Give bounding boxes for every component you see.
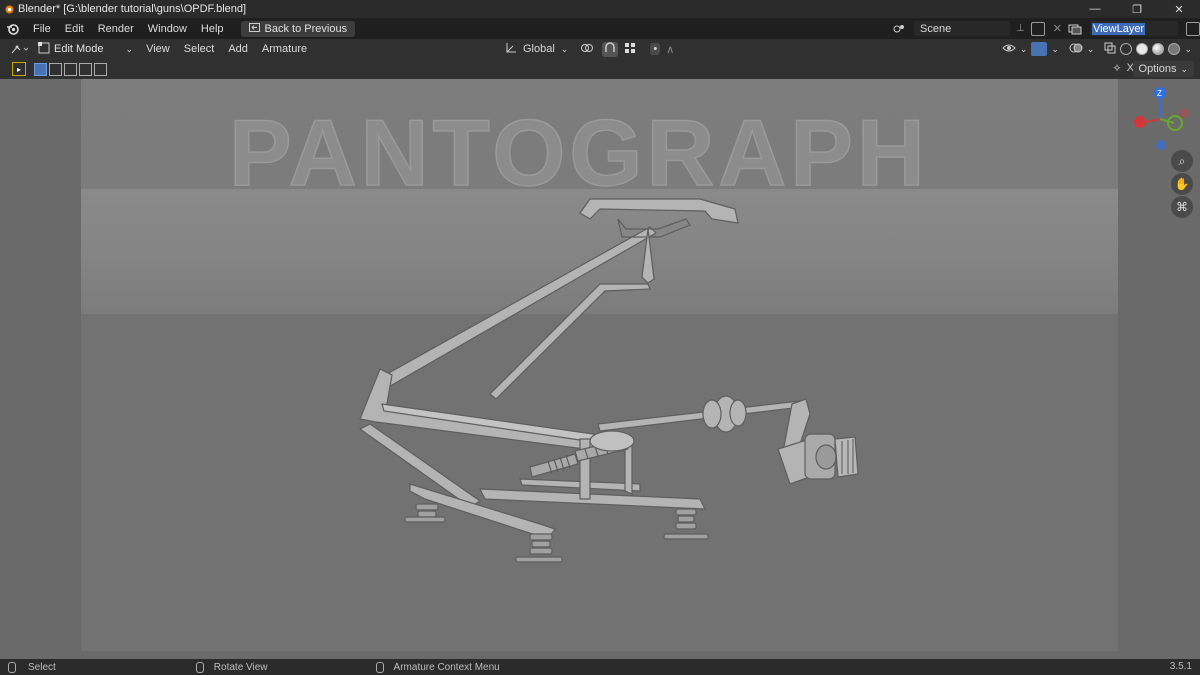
overlay-icon[interactable]: [1069, 42, 1083, 57]
menu-select[interactable]: Select: [177, 43, 222, 55]
menu-add[interactable]: Add: [221, 43, 255, 55]
select-difference-icon[interactable]: [79, 62, 92, 76]
status-rotate-label: Rotate View: [213, 661, 268, 673]
mode-dropdown[interactable]: Edit Mode ⌄: [38, 41, 134, 57]
pin-icon[interactable]: ⊥: [1016, 23, 1025, 34]
blender-menu-icon[interactable]: [0, 22, 26, 36]
edit-mode-icon: [38, 41, 50, 57]
menu-edit[interactable]: Edit: [58, 23, 91, 35]
menu-armature[interactable]: Armature: [255, 43, 314, 55]
view-layer-name: ViewLayer: [1091, 22, 1146, 35]
view-layer-field[interactable]: ViewLayer: [1089, 21, 1178, 36]
select-tool-icon[interactable]: ▸: [12, 62, 26, 76]
menu-view[interactable]: View: [139, 43, 177, 55]
left-mouse-icon: [8, 661, 16, 673]
falloff-icon[interactable]: ∧: [666, 43, 674, 56]
middle-mouse-icon: [195, 661, 204, 673]
status-select-label: Select: [28, 661, 56, 673]
gizmo-toggle-icon[interactable]: [1031, 42, 1048, 56]
right-mouse-icon: [375, 661, 384, 673]
visibility-icon[interactable]: [1002, 42, 1016, 57]
chevron-down-icon: ⌄: [560, 43, 569, 54]
options-dropdown[interactable]: Options ⌄: [1132, 61, 1194, 77]
new-scene-icon[interactable]: [1030, 21, 1045, 36]
new-view-layer-icon[interactable]: [1185, 21, 1200, 36]
wireframe-shading-icon[interactable]: [1120, 43, 1133, 55]
editor-type-icon[interactable]: [10, 43, 30, 55]
status-select: Select: [8, 661, 56, 673]
status-bar: Select Rotate View Armature Context Menu…: [0, 659, 1200, 675]
xray-label[interactable]: ⟡ X: [1113, 62, 1134, 75]
menu-help[interactable]: Help: [194, 23, 231, 35]
close-button[interactable]: ✕: [1158, 0, 1200, 18]
snap-target-icon[interactable]: [624, 42, 636, 57]
orientation-label[interactable]: Global: [523, 43, 555, 55]
options-label: Options: [1138, 63, 1177, 75]
orientation-icon: [505, 42, 517, 57]
select-intersect-icon[interactable]: [94, 62, 107, 76]
top-menu-bar: File Edit Render Window Help Back to Pre…: [0, 18, 1200, 39]
transform-affect-icon: ⟡: [1113, 62, 1121, 74]
version-label: 3.5.1: [1169, 661, 1192, 672]
maximize-button[interactable]: ❐: [1116, 0, 1158, 18]
material-shading-icon[interactable]: [1152, 43, 1165, 55]
blender-logo-icon: [0, 0, 18, 18]
menu-render[interactable]: Render: [91, 23, 141, 35]
pantograph-model[interactable]: [0, 79, 1200, 659]
back-to-previous-button[interactable]: Back to Previous: [240, 20, 356, 37]
scene-icon[interactable]: [892, 23, 914, 35]
tool-settings-row: ▸ ⟡ X Options ⌄: [0, 59, 1200, 79]
3d-viewport[interactable]: PANTOGRAPH Z ⌕ ✋ ⌘: [0, 79, 1200, 659]
chevron-down-icon: ⌄: [1051, 43, 1059, 54]
select-new-icon[interactable]: [34, 62, 47, 76]
menu-window[interactable]: Window: [141, 23, 194, 35]
chevron-down-icon: ⌄: [1086, 43, 1095, 54]
status-rotate: Rotate View: [195, 661, 268, 673]
minimize-button[interactable]: —: [1074, 0, 1116, 18]
viewport-header: Edit Mode ⌄ View Select Add Armature Glo…: [0, 39, 1200, 59]
back-screen-icon: [248, 22, 260, 35]
menu-file[interactable]: File: [26, 23, 58, 35]
delete-scene-icon[interactable]: ✕: [1053, 22, 1062, 35]
chevron-down-icon: ⌄: [1184, 43, 1192, 54]
scene-selector: Scene ⊥ ✕ ViewLayer ✕: [892, 20, 1200, 37]
proportional-edit-icon[interactable]: •: [650, 43, 661, 55]
xray-toggle-icon[interactable]: [1104, 42, 1116, 57]
status-context: Armature Context Menu: [375, 661, 500, 673]
back-to-previous-label: Back to Previous: [264, 22, 348, 35]
snap-icon[interactable]: [602, 41, 619, 57]
select-subtract-icon[interactable]: [64, 62, 77, 76]
chevron-down-icon: ⌄: [125, 43, 134, 54]
title-bar: Blender* [G:\blender tutorial\guns\OPDF.…: [0, 0, 1200, 18]
viewport-right-tools: ⌄ ⌄ ⌄ ⌄: [1002, 41, 1192, 57]
solid-shading-icon[interactable]: [1136, 43, 1149, 55]
status-context-label: Armature Context Menu: [393, 661, 500, 673]
scene-name-field[interactable]: Scene: [914, 21, 1010, 36]
select-extend-icon[interactable]: [49, 62, 62, 76]
window-title: Blender* [G:\blender tutorial\guns\OPDF.…: [18, 3, 247, 15]
pivot-point-icon[interactable]: [580, 42, 596, 57]
rendered-shading-icon[interactable]: [1168, 43, 1181, 55]
view-layer-icon[interactable]: [1068, 23, 1090, 35]
transform-controls: Global ⌄ • ∧: [505, 39, 674, 59]
mode-label: Edit Mode: [54, 43, 104, 55]
chevron-down-icon: ⌄: [1180, 63, 1188, 74]
chevron-down-icon: ⌄: [1019, 43, 1028, 54]
